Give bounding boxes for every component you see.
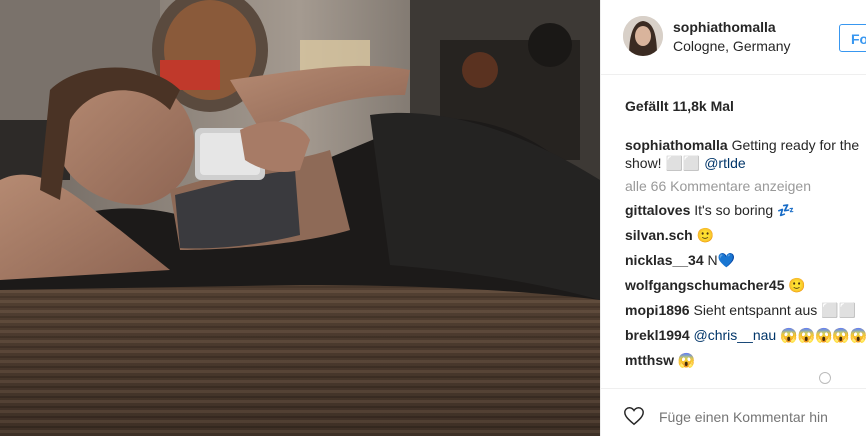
comment-text: 😱😱😱😱😱 bbox=[780, 327, 866, 343]
post-photo-illustration bbox=[0, 0, 600, 436]
heart-icon[interactable] bbox=[623, 405, 645, 427]
comment-username[interactable]: brekl1994 bbox=[625, 327, 690, 343]
comment-row: nicklas__34 N💙 bbox=[625, 251, 866, 276]
likes-count[interactable]: Gefällt 11,8k Mal bbox=[625, 98, 734, 114]
caption-mention[interactable]: @rtlde bbox=[704, 155, 745, 171]
comment-row: gittaloves It's so boring 💤 bbox=[625, 201, 866, 226]
post-sidebar: sophiathomalla Cologne, Germany Fo Gefäl… bbox=[600, 0, 866, 436]
comment-username[interactable]: nicklas__34 bbox=[625, 252, 704, 268]
comment-mention[interactable]: @chris__nau bbox=[694, 327, 777, 343]
scroll-indicator[interactable] bbox=[819, 372, 831, 384]
comment-row: mopi1896 Sieht entspannt aus ⬜⬜ bbox=[625, 301, 866, 326]
view-all-comments-link[interactable]: alle 66 Kommentare anzeigen bbox=[625, 178, 866, 194]
comment-username[interactable]: wolfgangschumacher45 bbox=[625, 277, 785, 293]
comment-row: wolfgangschumacher45 🙂 bbox=[625, 276, 866, 301]
comment-username[interactable]: silvan.sch bbox=[625, 227, 693, 243]
comment-text: N💙 bbox=[707, 252, 736, 268]
comment-username[interactable]: mtthsw bbox=[625, 352, 674, 368]
post-location[interactable]: Cologne, Germany bbox=[673, 38, 791, 54]
comment-username[interactable]: gittaloves bbox=[625, 202, 690, 218]
post-username[interactable]: sophiathomalla bbox=[673, 19, 776, 35]
comment-text: It's so boring 💤 bbox=[694, 202, 795, 218]
post-photo[interactable] bbox=[0, 0, 600, 436]
caption: sophiathomalla Getting ready for the sho… bbox=[625, 136, 866, 172]
comment-footer bbox=[601, 388, 866, 437]
comment-username[interactable]: mopi1896 bbox=[625, 302, 690, 318]
caption-username[interactable]: sophiathomalla bbox=[625, 137, 728, 153]
post-header: sophiathomalla Cologne, Germany Fo bbox=[601, 0, 866, 75]
follow-button[interactable]: Fo bbox=[839, 24, 866, 52]
comment-row: silvan.sch 🙂 bbox=[625, 226, 866, 251]
comment-text: 🙂 bbox=[696, 227, 715, 243]
add-comment-input[interactable] bbox=[659, 409, 859, 425]
comment-text: 😱 bbox=[677, 352, 696, 368]
comments-list: sophiathomalla Getting ready for the sho… bbox=[625, 136, 866, 376]
comment-text: Sieht entspannt aus ⬜⬜ bbox=[693, 302, 856, 318]
comment-row: mtthsw 😱 bbox=[625, 351, 866, 376]
avatar[interactable] bbox=[623, 16, 663, 56]
avatar-image bbox=[623, 16, 663, 56]
comment-text: 🙂 bbox=[788, 277, 806, 293]
comment-row: brekl1994 @chris__nau 😱😱😱😱😱 bbox=[625, 326, 866, 351]
